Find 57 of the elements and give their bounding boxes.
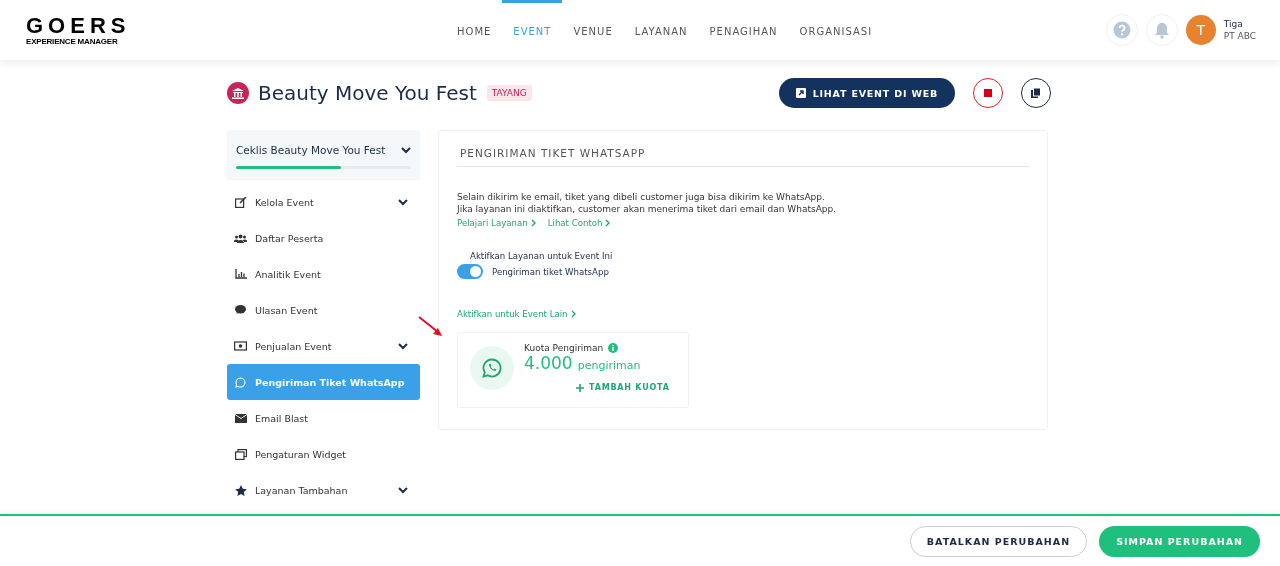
status-badge: TAYANG [486,85,532,101]
quota-label: Kuota Pengiriman [524,343,604,353]
chevron-down-icon [401,146,411,154]
chevron-right-icon [530,219,536,227]
arrow-drawing [418,316,444,338]
nav-tab[interactable]: ORGANISASI [788,0,884,60]
panel-title: PENGIRIMAN TIKET WHATSAPP [457,147,1029,167]
bar-chart-icon [234,269,247,279]
cancel-button[interactable]: BATALKAN PERUBAHAN [909,525,1088,557]
whatsapp-icon [482,358,502,378]
edit-icon [234,196,247,208]
chevron-right-icon [570,310,576,318]
view-on-web-button[interactable]: LIHAT EVENT DI WEB [778,78,955,108]
external-link-icon [795,88,806,98]
museum-icon [227,82,249,104]
sidebar-item[interactable]: Penjualan Event [227,328,420,364]
notification-button[interactable] [1145,14,1178,46]
checklist-dropdown[interactable]: Ceklis Beauty Move You Fest [236,144,411,156]
chevron-right-icon [605,219,611,227]
nav-tab[interactable]: PENAGIHAN [698,0,789,60]
whatsapp-icon [235,376,246,388]
help-button[interactable] [1105,14,1138,46]
copy-button[interactable] [1021,78,1051,108]
nav-tab[interactable]: LAYANAN [623,0,699,60]
toggle-label: Pengiriman tiket WhatsApp [492,266,609,277]
stop-button[interactable] [973,78,1003,108]
star-icon [234,484,247,496]
logo-subtitle: EXPERIENCE MANAGER [26,36,119,46]
organization-name: PT ABC [1223,30,1256,42]
sidebar-item[interactable]: Layanan Tambahan [227,472,420,508]
nav-tab[interactable]: VENUE [562,0,624,60]
description-text: Selain dikirim ke email, tiket yang dibeli customer juga bisa dikirim ke WhatsApp. Jika layanan ini diaktifkan, customer akan menerima tiket dari email dan WhatsApp. [457,191,837,215]
chat-bubble-icon [235,305,246,315]
event-title: Beauty Move You Fest [258,81,477,105]
nav-tab[interactable]: HOME [446,0,503,60]
copy-icon [1031,88,1041,98]
sidebar-item[interactable]: Kelola Event [227,184,420,220]
sidebar-item[interactable]: Daftar Peserta [227,220,420,256]
sidebar-item[interactable]: Pengaturan Widget [227,436,420,472]
sidebar-item[interactable]: Ulasan Event [227,292,420,328]
toggle-heading: Aktifkan Layanan untuk Event Ini [470,251,614,261]
envelope-icon [234,413,247,423]
quota-value: 4.000 [524,353,573,373]
info-icon [608,343,619,353]
logo-text: GOERS [26,14,132,37]
stop-icon [984,89,992,97]
sidebar-item[interactable]: Analitik Event [227,256,420,292]
money-icon [234,341,247,351]
sidebar-item[interactable]: Email Blast [227,400,420,436]
windows-icon [234,448,247,460]
bell-icon [1153,21,1170,39]
plus-icon [576,383,584,392]
help-icon [1112,21,1131,39]
toggle-switch[interactable] [457,264,483,279]
users-icon [234,233,247,243]
quota-unit: pengiriman [577,359,641,372]
user-name: Tiga [1223,18,1244,30]
